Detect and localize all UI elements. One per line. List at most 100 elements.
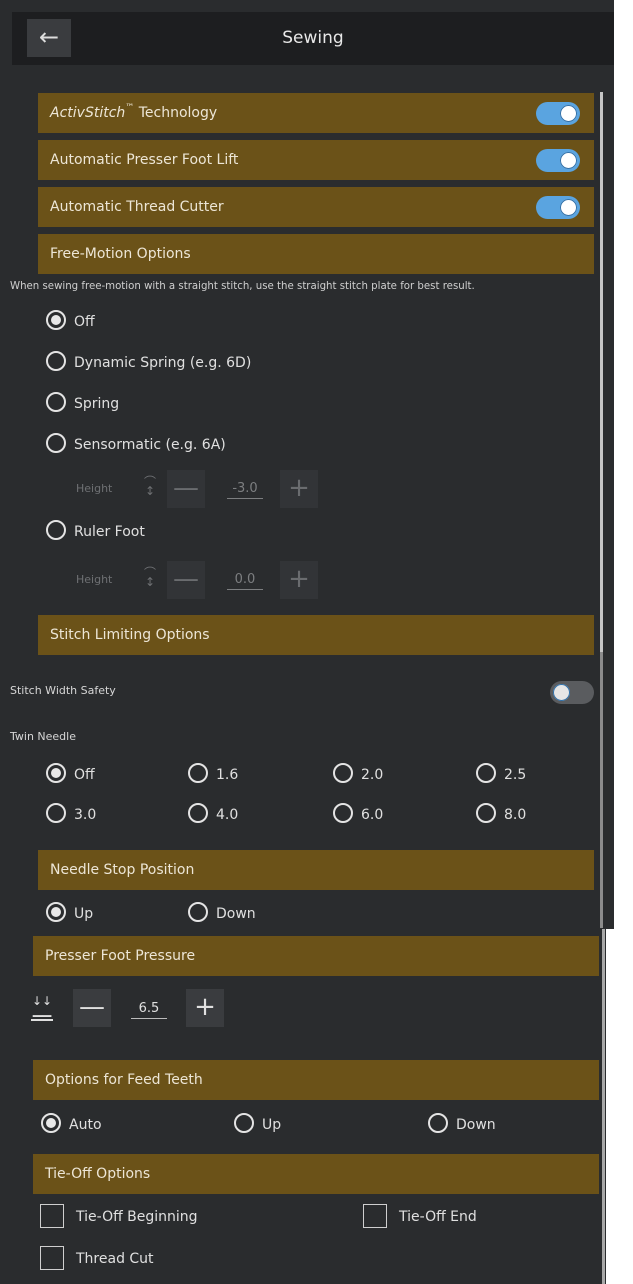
option-label: Spring bbox=[74, 396, 120, 412]
thread-cutter-toggle[interactable] bbox=[536, 196, 580, 219]
page-title: Sewing bbox=[282, 28, 344, 48]
twin-needle-option-1-6[interactable]: 1.6 bbox=[188, 763, 239, 786]
free-motion-header: Free-Motion Options bbox=[38, 234, 594, 274]
settings-panel-bottom: Presser Foot Pressure ↓↓ ▁▁ — 6.5 + Optio… bbox=[0, 929, 606, 1284]
twin-needle-label: Twin Needle bbox=[10, 730, 76, 743]
radio-button bbox=[46, 902, 66, 922]
radio-button bbox=[46, 433, 66, 453]
thread-cut-checkbox[interactable]: Thread Cut bbox=[40, 1246, 154, 1270]
tie-off-beginning-checkbox[interactable]: Tie-Off Beginning bbox=[40, 1204, 198, 1228]
option-label: Sensormatic (e.g. 6A) bbox=[74, 437, 226, 453]
feed-teeth-option-auto[interactable]: Auto bbox=[41, 1113, 102, 1136]
option-label: Thread Cut bbox=[76, 1251, 154, 1267]
radio-button bbox=[41, 1113, 61, 1133]
toggle-knob bbox=[560, 105, 577, 122]
feed-teeth-option-down[interactable]: Down bbox=[428, 1113, 496, 1136]
scrollbar-thumb[interactable] bbox=[600, 92, 603, 652]
option-label: Off bbox=[74, 767, 95, 783]
option-label: 3.0 bbox=[74, 807, 97, 823]
ruler-foot-height-value: 0.0 bbox=[227, 571, 263, 590]
presser-foot-lift-row: Automatic Presser Foot Lift bbox=[38, 140, 594, 180]
option-label: 1.6 bbox=[216, 767, 239, 783]
free-motion-option-ruler-foot[interactable]: Ruler Foot bbox=[46, 520, 145, 543]
needle-stop-header: Needle Stop Position bbox=[38, 850, 594, 890]
option-label: Ruler Foot bbox=[74, 524, 145, 540]
needle-stop-option-down[interactable]: Down bbox=[188, 902, 256, 925]
activstitch-row: ActivStitch™ Technology bbox=[38, 93, 594, 133]
twin-needle-option-3-0[interactable]: 3.0 bbox=[46, 803, 97, 826]
free-motion-option-dynamic-spring[interactable]: Dynamic Spring (e.g. 6D) bbox=[46, 351, 252, 374]
twin-needle-option-2-0[interactable]: 2.0 bbox=[333, 763, 384, 786]
twin-needle-option-8-0[interactable]: 8.0 bbox=[476, 803, 527, 826]
radio-button bbox=[428, 1113, 448, 1133]
option-label: 2.0 bbox=[361, 767, 384, 783]
option-label: Tie-Off End bbox=[399, 1209, 477, 1225]
radio-button bbox=[333, 803, 353, 823]
twin-needle-option-6-0[interactable]: 6.0 bbox=[333, 803, 384, 826]
trademark-sign: ™ bbox=[125, 103, 135, 113]
sensormatic-height-minus-button[interactable]: — bbox=[167, 470, 205, 508]
ruler-foot-height-label: Height bbox=[76, 573, 113, 586]
twin-needle-option-off[interactable]: Off bbox=[46, 763, 95, 786]
option-label: Auto bbox=[69, 1117, 102, 1133]
presser-foot-height-icon: ⌒ ↕ bbox=[143, 475, 156, 498]
option-label: Off bbox=[74, 314, 95, 330]
tie-off-end-checkbox[interactable]: Tie-Off End bbox=[363, 1204, 477, 1228]
option-label: Down bbox=[216, 906, 256, 922]
feed-teeth-option-up[interactable]: Up bbox=[234, 1113, 282, 1136]
scrollbar-track bbox=[602, 929, 605, 1284]
toggle-knob bbox=[560, 152, 577, 169]
presser-foot-pressure-minus-button[interactable]: — bbox=[73, 989, 111, 1027]
radio-button bbox=[188, 803, 208, 823]
toggle-knob bbox=[560, 199, 577, 216]
checkbox-box bbox=[363, 1204, 387, 1228]
sensormatic-height-value: -3.0 bbox=[227, 480, 263, 499]
option-label: 6.0 bbox=[361, 807, 384, 823]
radio-button bbox=[46, 803, 66, 823]
header-bar: ← Sewing bbox=[12, 12, 614, 65]
radio-button bbox=[234, 1113, 254, 1133]
ruler-foot-height-minus-button[interactable]: — bbox=[167, 561, 205, 599]
presser-foot-pressure-plus-button[interactable]: + bbox=[186, 989, 224, 1027]
option-label: Up bbox=[74, 906, 94, 922]
option-label: Down bbox=[456, 1117, 496, 1133]
sensormatic-height-plus-button[interactable]: + bbox=[280, 470, 318, 508]
option-label: 4.0 bbox=[216, 807, 239, 823]
toggle-knob bbox=[553, 684, 570, 701]
radio-button bbox=[188, 902, 208, 922]
thread-cutter-row: Automatic Thread Cutter bbox=[38, 187, 594, 227]
radio-button bbox=[188, 763, 208, 783]
stitch-width-safety-label: Stitch Width Safety bbox=[10, 684, 116, 697]
activstitch-label: ActivStitch bbox=[50, 105, 126, 121]
free-motion-option-off[interactable]: Off bbox=[46, 310, 95, 333]
stitch-width-safety-toggle[interactable] bbox=[550, 681, 594, 704]
radio-button bbox=[476, 803, 496, 823]
radio-button bbox=[46, 392, 66, 412]
tie-off-header: Tie-Off Options bbox=[33, 1154, 599, 1194]
activstitch-toggle[interactable] bbox=[536, 102, 580, 125]
checkbox-box bbox=[40, 1204, 64, 1228]
checkbox-box bbox=[40, 1246, 64, 1270]
radio-button bbox=[476, 763, 496, 783]
free-motion-option-sensormatic[interactable]: Sensormatic (e.g. 6A) bbox=[46, 433, 226, 456]
option-label: Dynamic Spring (e.g. 6D) bbox=[74, 355, 252, 371]
twin-needle-option-4-0[interactable]: 4.0 bbox=[188, 803, 239, 826]
stitch-limiting-header: Stitch Limiting Options bbox=[38, 615, 594, 655]
radio-button bbox=[333, 763, 353, 783]
twin-needle-option-2-5[interactable]: 2.5 bbox=[476, 763, 527, 786]
option-label: Tie-Off Beginning bbox=[76, 1209, 198, 1225]
radio-button bbox=[46, 520, 66, 540]
presser-foot-lift-toggle[interactable] bbox=[536, 149, 580, 172]
presser-foot-pressure-icon: ↓↓ ▁▁ bbox=[31, 995, 53, 1021]
ruler-foot-height-plus-button[interactable]: + bbox=[280, 561, 318, 599]
thread-cutter-label: Automatic Thread Cutter bbox=[50, 199, 224, 215]
presser-foot-pressure-value: 6.5 bbox=[131, 1000, 167, 1019]
needle-stop-option-up[interactable]: Up bbox=[46, 902, 94, 925]
option-label: Up bbox=[262, 1117, 282, 1133]
presser-foot-lift-label: Automatic Presser Foot Lift bbox=[50, 152, 239, 168]
option-label: 8.0 bbox=[504, 807, 527, 823]
free-motion-option-spring[interactable]: Spring bbox=[46, 392, 120, 415]
option-label: 2.5 bbox=[504, 767, 527, 783]
presser-foot-pressure-header: Presser Foot Pressure bbox=[33, 936, 599, 976]
sensormatic-height-label: Height bbox=[76, 482, 113, 495]
